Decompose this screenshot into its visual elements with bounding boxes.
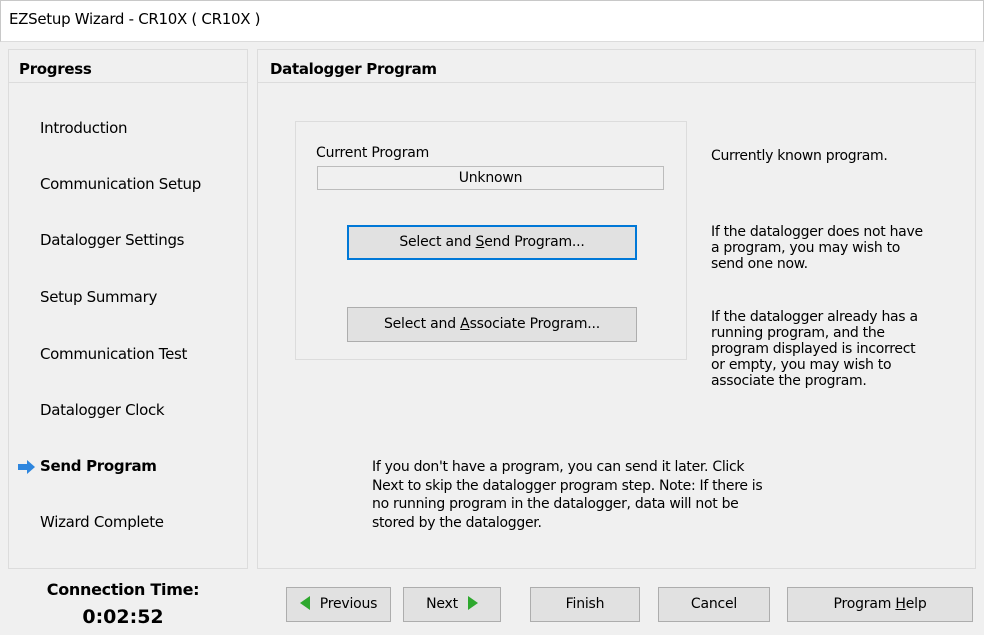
step-introduction: Introduction	[40, 119, 128, 137]
connection-time-value: 0:02:52	[82, 606, 164, 628]
select-and-associate-program-button[interactable]: Select and Associate Program...	[347, 307, 637, 342]
triangle-left-icon	[299, 596, 310, 610]
title-bar: EZSetup Wizard - CR10X ( CR10X )	[0, 0, 984, 42]
help-current-program: Currently known program.	[711, 148, 888, 164]
right-arrow-icon	[18, 460, 35, 474]
step-communication-test: Communication Test	[40, 345, 188, 363]
current-program-field: Unknown	[317, 166, 664, 190]
connection-time-label: Connection Time:	[46, 580, 200, 599]
step-setup-summary: Setup Summary	[40, 288, 158, 306]
select-and-send-program-button[interactable]: Select and Send Program...	[347, 225, 637, 260]
current-program-label: Current Program	[316, 145, 430, 161]
divider	[9, 82, 247, 83]
step-communication-setup: Communication Setup	[40, 175, 201, 193]
step-wizard-complete: Wizard Complete	[40, 513, 164, 531]
cancel-button[interactable]: Cancel	[658, 587, 770, 622]
progress-panel: Progress Introduction Communication Setu…	[8, 49, 248, 569]
divider	[258, 82, 975, 83]
window-title: EZSetup Wizard - CR10X ( CR10X )	[9, 10, 261, 28]
previous-button[interactable]: Previous	[286, 587, 391, 622]
progress-heading: Progress	[19, 60, 92, 78]
triangle-right-icon	[467, 596, 478, 610]
program-group: Current Program Unknown Select and Send …	[295, 121, 687, 360]
step-datalogger-settings: Datalogger Settings	[40, 231, 185, 249]
help-send-program: If the datalogger does not have a progra…	[711, 224, 923, 272]
program-help-button[interactable]: Program Help	[787, 587, 973, 622]
step-send-program: Send Program	[40, 457, 157, 475]
skip-note: If you don't have a program, you can sen…	[372, 459, 763, 531]
page-title: Datalogger Program	[270, 60, 437, 78]
help-associate-program: If the datalogger already has a running …	[711, 309, 918, 389]
finish-button[interactable]: Finish	[530, 587, 640, 622]
datalogger-program-panel: Datalogger Program Current Program Unkno…	[257, 49, 976, 569]
next-button[interactable]: Next	[403, 587, 501, 622]
step-datalogger-clock: Datalogger Clock	[40, 401, 165, 419]
